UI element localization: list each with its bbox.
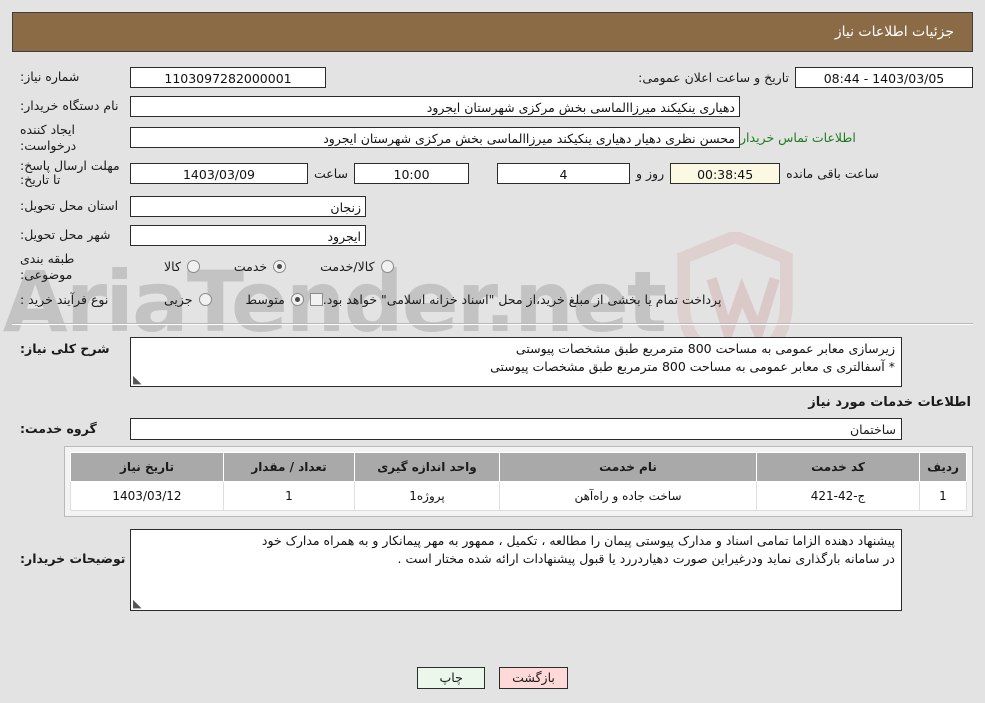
category-label: طبقه بندی موضوعی:: [20, 251, 75, 282]
countdown-label: ساعت باقی مانده: [786, 165, 879, 181]
row-deadline: ساعت باقی مانده 00:38:45 روز و 4 10:00 س…: [12, 156, 973, 190]
province-label: استان محل تحویل:: [20, 198, 119, 214]
row-requester: اطلاعات تماس خریدار محسن نظری دهیار دهیا…: [12, 122, 973, 153]
service-group-value[interactable]: ساختمان: [130, 417, 902, 440]
resize-handle-icon[interactable]: ◢: [133, 597, 143, 610]
cell-row-no: 1: [919, 480, 967, 511]
cell-service-code: ج-42-421: [756, 480, 920, 511]
radio-kala-khedmat-icon[interactable]: [380, 260, 394, 274]
radio-jozii-icon[interactable]: [198, 293, 212, 306]
radio-option-process-1[interactable]: متوسط: [246, 292, 304, 307]
days-label: روز و: [636, 165, 665, 181]
col-service-code: کد خدمت: [756, 451, 920, 482]
buyer-contact-link[interactable]: اطلاعات تماس خریدار: [740, 130, 862, 145]
cell-unit: پروژه1: [354, 480, 500, 511]
need-number-label: شماره نیاز:: [20, 69, 80, 85]
cell-quantity: 1: [223, 480, 355, 511]
description-line-2: * آسفالتری ی معابر عمومی به مساحت 800 مت…: [490, 358, 895, 374]
col-quantity: تعداد / مقدار: [223, 451, 355, 482]
deadline-hour-value[interactable]: 10:00: [354, 162, 470, 184]
radio-label-motevasset: متوسط: [245, 292, 285, 307]
row-province: زنجان استان محل تحویل:: [12, 193, 973, 219]
row-category: کالا/خدمت خدمت کالا طبقه بندی موضوعی:: [12, 251, 973, 282]
deadline-hour-label: ساعت: [314, 165, 349, 181]
announce-datetime-label: تاریخ و ساعت اعلان عمومی:: [638, 69, 789, 85]
row-service-group: ساختمان گروه خدمت:: [12, 417, 973, 440]
row-need-number: 1403/03/05 - 08:44 تاریخ و ساعت اعلان عم…: [12, 64, 973, 90]
buyer-notes-line-1: پیشنهاد دهنده الزاما تمامی اسناد و مدارک…: [261, 532, 895, 548]
description-section: زیرسازی معابر عمومی به مساحت 800 مترمربع…: [12, 336, 973, 440]
table-row[interactable]: 1 ج-42-421 ساخت جاده و راه‌آهن پروژه1 1 …: [70, 480, 967, 511]
treasury-note-text: پرداخت تمام یا بخشی از مبلغ خرید،از محل …: [322, 292, 722, 307]
cell-service-name: ساخت جاده و راه‌آهن: [499, 480, 757, 511]
buyer-notes-section: پیشنهاد دهنده الزاما تمامی اسناد و مدارک…: [12, 528, 973, 611]
col-service-name: نام خدمت: [499, 451, 757, 482]
radio-option-category-0[interactable]: کالا: [164, 259, 200, 274]
days-remaining-value: 4: [497, 162, 631, 184]
back-button[interactable]: بازگشت: [499, 667, 568, 689]
footer-actions: بازگشت چاپ: [0, 667, 985, 689]
row-general-description: زیرسازی معابر عمومی به مساحت 800 مترمربع…: [12, 336, 973, 387]
radio-option-category-2[interactable]: کالا/خدمت: [320, 259, 394, 275]
radio-label-jozii: جزیی: [164, 292, 193, 307]
radio-khedmat-icon[interactable]: [273, 260, 287, 274]
cell-need-date: 1403/03/12: [70, 480, 224, 511]
radio-label-kala: کالا: [164, 259, 181, 275]
city-label: شهر محل تحویل:: [20, 227, 111, 243]
need-number-value[interactable]: 1103097282000001: [130, 66, 326, 88]
requester-value[interactable]: محسن نظری دهیار دهیاری ینکیکند میرزاالما…: [130, 127, 740, 149]
form-section: 1403/03/05 - 08:44 تاریخ و ساعت اعلان عم…: [12, 64, 973, 314]
description-line-1: زیرسازی معابر عمومی به مساحت 800 مترمربع…: [515, 340, 895, 356]
services-section-heading: اطلاعات خدمات مورد نیاز: [808, 394, 971, 410]
countdown-value: 00:38:45: [670, 162, 781, 184]
divider-top: [12, 322, 973, 325]
radio-label-kala-khedmat: کالا/خدمت: [320, 259, 375, 275]
radio-label-khedmat: خدمت: [233, 259, 268, 275]
col-unit: واحد اندازه گیری: [354, 451, 500, 482]
treasury-checkbox[interactable]: [309, 293, 323, 306]
row-buyer-org: دهیاری ینکیکند میرزاالماسی بخش مرکزی شهر…: [12, 93, 973, 119]
general-description-label: شرح کلی نیاز:: [20, 340, 110, 356]
general-description-textarea[interactable]: زیرسازی معابر عمومی به مساحت 800 مترمربع…: [130, 336, 902, 387]
col-need-date: تاریخ نیاز: [70, 451, 224, 482]
page-title: جزئیات اطلاعات نیاز: [834, 24, 954, 40]
radio-option-process-0[interactable]: جزیی: [164, 292, 212, 307]
buyer-org-label: نام دستگاه خریدار:: [20, 98, 119, 114]
deadline-date-value[interactable]: 1403/03/09: [130, 162, 308, 184]
row-buyer-notes: پیشنهاد دهنده الزاما تمامی اسناد و مدارک…: [12, 528, 973, 611]
col-row-no: ردیف: [919, 451, 967, 482]
page-root: جزئیات اطلاعات نیاز 1403/03/05 - 08:44 ت…: [0, 12, 985, 703]
row-city: ایجرود شهر محل تحویل:: [12, 222, 973, 248]
print-button[interactable]: چاپ: [417, 667, 486, 689]
requester-label: ایجاد کننده درخواست:: [20, 122, 77, 153]
service-group-label: گروه خدمت:: [20, 421, 97, 436]
buyer-org-value[interactable]: دهیاری ینکیکند میرزاالماسی بخش مرکزی شهر…: [130, 95, 740, 117]
buyer-notes-textarea[interactable]: پیشنهاد دهنده الزاما تمامی اسناد و مدارک…: [130, 528, 902, 611]
city-value[interactable]: ایجرود: [130, 224, 366, 246]
buyer-notes-label: توضیحات خریدار:: [20, 550, 126, 566]
table-header-row: ردیف کد خدمت نام خدمت واحد اندازه گیری ت…: [70, 451, 967, 482]
row-process-type: پرداخت تمام یا بخشی از مبلغ خرید،از محل …: [12, 286, 973, 314]
radio-kala-icon[interactable]: [186, 260, 200, 274]
resize-handle-icon[interactable]: ◢: [133, 373, 143, 386]
services-table-wrapper: ردیف کد خدمت نام خدمت واحد اندازه گیری ت…: [64, 445, 973, 517]
province-value[interactable]: زنجان: [130, 195, 366, 217]
radio-option-category-1[interactable]: خدمت: [233, 259, 287, 275]
announce-datetime-value[interactable]: 1403/03/05 - 08:44: [795, 66, 973, 88]
buyer-notes-line-2: در سامانه بارگذاری نماید ودرغیراین صورت …: [397, 550, 896, 566]
process-type-label: نوع فرآیند خرید :: [20, 291, 109, 307]
page-title-bar: جزئیات اطلاعات نیاز: [12, 12, 973, 52]
radio-motevasset-icon[interactable]: [290, 293, 304, 306]
deadline-label: مهلت ارسال پاسخ: تا تاریخ:: [20, 157, 120, 188]
services-table: ردیف کد خدمت نام خدمت واحد اندازه گیری ت…: [70, 451, 967, 511]
